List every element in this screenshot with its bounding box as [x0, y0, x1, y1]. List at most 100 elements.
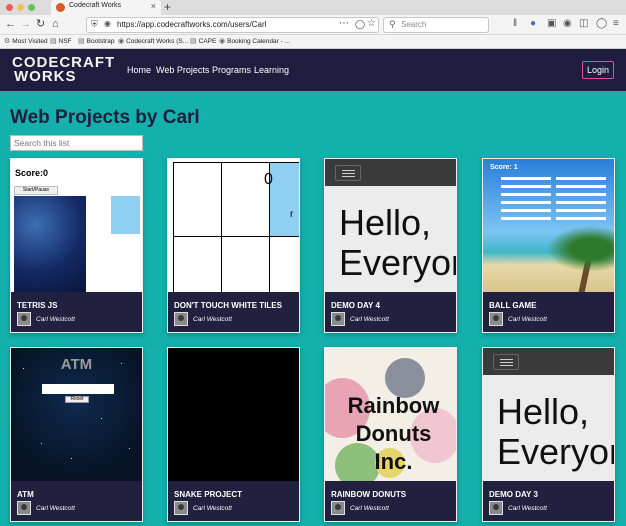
project-title[interactable]: SNAKE PROJECT: [174, 490, 242, 499]
project-title[interactable]: ATM: [17, 490, 34, 499]
nav-programs[interactable]: Programs: [212, 65, 251, 75]
project-title[interactable]: DON'T TOUCH WHITE TILES: [174, 301, 282, 310]
brick: [556, 177, 606, 180]
extension-icon-2[interactable]: ◉: [563, 18, 572, 30]
page-actions-icon[interactable]: ⋯: [339, 18, 349, 29]
project-thumbnail[interactable]: Hello, Everyon: [325, 159, 456, 292]
pocket-icon[interactable]: ◯: [355, 19, 365, 30]
project-card-white-tiles[interactable]: 0 r DON'T TOUCH WHITE TILES Carl Westcot…: [167, 158, 300, 333]
search-list-input[interactable]: [10, 135, 143, 151]
globe-icon: ◉: [219, 38, 226, 45]
project-thumbnail[interactable]: Score:0 Start/Pause: [11, 159, 142, 292]
project-thumbnail[interactable]: Hello, Everyon: [483, 348, 614, 481]
demo-hello-text: Hello, Everyon: [339, 203, 456, 283]
star: [71, 458, 72, 459]
maximize-window-icon[interactable]: [28, 4, 35, 11]
star: [101, 418, 102, 419]
browser-tab[interactable]: Codecraft Works ×: [51, 0, 161, 15]
browser-search-input[interactable]: ⚲ Search: [383, 17, 489, 33]
back-icon[interactable]: ←: [5, 18, 16, 31]
project-author[interactable]: Carl Westcott: [36, 316, 75, 323]
project-title[interactable]: BALL GAME: [489, 301, 536, 310]
shield-icon[interactable]: ⛨: [91, 19, 98, 30]
project-title[interactable]: TETRIS JS: [17, 301, 57, 310]
bookmark-most-visited[interactable]: ⚙ Most Visited: [4, 37, 48, 45]
start-pause-button: Start/Pause: [14, 186, 58, 195]
menu-icon[interactable]: ≡: [613, 18, 619, 30]
close-window-icon[interactable]: [6, 4, 13, 11]
browser-search-placeholder: Search: [401, 20, 427, 29]
project-thumbnail[interactable]: [168, 348, 299, 481]
project-card-atm[interactable]: ATM Reset ATM Carl Westcott: [10, 347, 143, 522]
nav-home[interactable]: Home: [127, 65, 151, 75]
folder-icon: ▤: [190, 38, 197, 45]
url-bar[interactable]: ⛨ ◉ https://app.codecraftworks.com/users…: [86, 17, 379, 33]
browser-tab-bar: Codecraft Works × +: [0, 0, 626, 15]
project-card-demo-day-4[interactable]: Hello, Everyon DEMO DAY 4 Carl Westcott: [324, 158, 457, 333]
project-title[interactable]: DEMO DAY 3: [489, 490, 538, 499]
project-title[interactable]: DEMO DAY 4: [331, 301, 380, 310]
tetris-board: [14, 196, 86, 292]
project-author[interactable]: Carl Westcott: [350, 316, 389, 323]
reload-icon[interactable]: ↻: [36, 18, 45, 31]
project-card-tetris[interactable]: Score:0 Start/Pause TETRIS JS Carl Westc…: [10, 158, 143, 333]
project-thumbnail[interactable]: 0 r: [168, 159, 299, 292]
project-card-rainbow-donuts[interactable]: Rainbow Donuts Inc. RAINBOW DONUTS Carl …: [324, 347, 457, 522]
bookmark-label: Most Visited: [12, 38, 48, 45]
search-icon: ⚲: [389, 19, 396, 29]
lock-icon[interactable]: ◉: [104, 19, 111, 28]
donut-title-text: Rainbow Donuts Inc.: [331, 392, 456, 476]
project-thumbnail[interactable]: Score: 1: [483, 159, 614, 292]
tetris-score: Score:0: [15, 168, 49, 178]
brick: [501, 185, 551, 188]
logo-line-2: WORKS: [14, 68, 77, 85]
bookmark-cape[interactable]: ▤ CAPE: [190, 37, 216, 45]
project-card-snake[interactable]: SNAKE PROJECT Carl Westcott: [167, 347, 300, 522]
url-text[interactable]: https://app.codecraftworks.com/users/Car…: [117, 20, 266, 29]
project-author[interactable]: Carl Westcott: [508, 316, 547, 323]
home-icon[interactable]: ⌂: [52, 18, 59, 31]
atm-heading: ATM: [60, 356, 93, 373]
demo-line-2: Everyon: [339, 242, 456, 283]
project-author[interactable]: Carl Westcott: [36, 505, 75, 512]
project-card-demo-day-3[interactable]: Hello, Everyon DEMO DAY 3 Carl Westcott: [482, 347, 615, 522]
account-icon[interactable]: ◯: [596, 18, 607, 30]
project-thumbnail[interactable]: Rainbow Donuts Inc.: [325, 348, 456, 481]
brick: [556, 193, 606, 196]
sidebar-icon[interactable]: ◫: [579, 18, 588, 30]
palm-leaves: [543, 224, 614, 274]
close-tab-icon[interactable]: ×: [151, 1, 156, 11]
minimize-window-icon[interactable]: [17, 4, 24, 11]
new-tab-icon[interactable]: +: [164, 0, 171, 14]
forward-icon[interactable]: →: [20, 18, 31, 31]
project-author[interactable]: Carl Westcott: [193, 505, 232, 512]
project-card-ball-game[interactable]: Score: 1 BALL GAME Carl Westcott: [482, 158, 615, 333]
codecraft-logo[interactable]: CODECRAFT WORKS: [12, 55, 114, 85]
sync-icon[interactable]: ●: [530, 18, 536, 30]
page-title: Web Projects by Carl: [10, 107, 200, 128]
bookmark-bootstrap[interactable]: ▤ Bootstrap: [78, 37, 114, 45]
nav-web-projects[interactable]: Web Projects: [156, 65, 209, 75]
donut-line-1: Rainbow: [347, 393, 440, 418]
bookmark-nsf[interactable]: ▤ NSF: [50, 37, 72, 45]
avatar: [17, 501, 31, 515]
brick: [501, 217, 551, 220]
library-icon[interactable]: ‖: [513, 18, 517, 30]
bookmark-booking-calendar[interactable]: ◉ Booking Calendar - ...: [219, 37, 290, 45]
login-button[interactable]: Login: [582, 61, 614, 79]
project-author[interactable]: Carl Westcott: [193, 316, 232, 323]
project-author[interactable]: Carl Westcott: [508, 505, 547, 512]
project-thumbnail[interactable]: ATM Reset: [11, 348, 142, 481]
gear-icon: ⚙: [4, 38, 11, 45]
nav-learning[interactable]: Learning: [254, 65, 289, 75]
extension-icon[interactable]: ▣: [547, 18, 556, 30]
project-author[interactable]: Carl Westcott: [350, 505, 389, 512]
bookmark-codecraft[interactable]: ◉ Codecraft Works (S...: [118, 37, 188, 45]
bookmark-label: Codecraft Works (S...: [126, 38, 189, 45]
avatar: [489, 312, 503, 326]
demo-line-1: Hello,: [339, 202, 432, 243]
project-title[interactable]: RAINBOW DONUTS: [331, 490, 406, 499]
bookmark-star-icon[interactable]: ☆: [367, 18, 376, 29]
bookmark-label: Bootstrap: [86, 38, 115, 45]
hamburger-icon: [335, 165, 361, 181]
